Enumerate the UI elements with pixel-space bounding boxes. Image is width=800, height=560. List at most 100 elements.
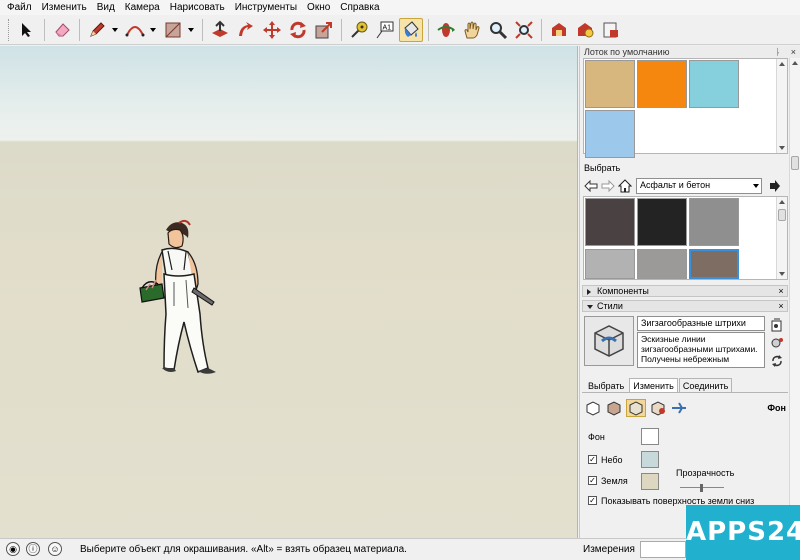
- background-color-swatch[interactable]: [641, 428, 659, 445]
- background-settings-button[interactable]: [626, 399, 646, 417]
- menu-edit[interactable]: Изменить: [37, 0, 92, 15]
- user-icon[interactable]: ☺: [48, 542, 62, 556]
- pan-tool-button[interactable]: [460, 18, 484, 42]
- material-swatch[interactable]: [689, 198, 739, 246]
- components-panel-header[interactable]: Компоненты ×: [582, 285, 788, 297]
- material-swatch-grid-top: [583, 58, 788, 158]
- pin-icon[interactable]: ᚿ: [775, 46, 784, 58]
- menu-window[interactable]: Окно: [302, 0, 335, 15]
- style-description-field[interactable]: Эскизные линии зигзагообразными штрихами…: [637, 332, 765, 368]
- update-style-icon[interactable]: [770, 336, 784, 350]
- zoom-extents-icon: [515, 20, 533, 39]
- menu-view[interactable]: Вид: [92, 0, 120, 15]
- scale-tool-button[interactable]: [312, 18, 336, 42]
- material-swatch[interactable]: [585, 110, 635, 158]
- forward-arrow-icon[interactable]: [601, 180, 615, 192]
- extension-warehouse-button[interactable]: [599, 18, 623, 42]
- modeling-settings-icon[interactable]: [670, 400, 688, 416]
- material-swatch[interactable]: [689, 60, 739, 108]
- push-pull-tool-button[interactable]: [208, 18, 232, 42]
- ground-color-swatch[interactable]: [641, 473, 659, 490]
- extension-icon: [603, 22, 618, 37]
- menu-file[interactable]: Файл: [2, 0, 37, 15]
- pencil-dropdown[interactable]: [110, 18, 119, 42]
- collection-dropdown[interactable]: Асфальт и бетон: [636, 178, 762, 194]
- zoom-extents-tool-button[interactable]: [512, 18, 536, 42]
- components-close-icon[interactable]: ×: [776, 286, 786, 297]
- menu-help[interactable]: Справка: [335, 0, 384, 15]
- zoom-tool-button[interactable]: [486, 18, 510, 42]
- arc-icon: [125, 25, 145, 36]
- style-name-value: Зигзагообразные штрихи: [641, 318, 746, 328]
- styles-panel-header[interactable]: Стили ×: [582, 300, 788, 312]
- material-swatch[interactable]: [585, 249, 635, 279]
- rectangle-dropdown[interactable]: [186, 18, 195, 42]
- magnifier-icon: [490, 21, 508, 39]
- svg-text:A1: A1: [383, 24, 392, 31]
- transparency-slider-thumb[interactable]: [700, 484, 703, 492]
- material-swatch[interactable]: [689, 249, 739, 279]
- measurements-field[interactable]: [640, 541, 686, 558]
- show-ground-below-checkbox[interactable]: ✓: [588, 496, 597, 505]
- warehouse-button[interactable]: [547, 18, 571, 42]
- rectangle-tool-button[interactable]: [161, 18, 185, 42]
- tab-edit[interactable]: Изменить: [629, 378, 678, 393]
- select-tool-button[interactable]: [15, 18, 39, 42]
- styles-close-icon[interactable]: ×: [776, 301, 786, 312]
- tab-mix[interactable]: Соединить: [678, 378, 733, 393]
- sky-checkbox[interactable]: ✓: [588, 455, 597, 464]
- refresh-icon[interactable]: [770, 354, 784, 368]
- arc-dropdown[interactable]: [148, 18, 157, 42]
- eraser-tool-button[interactable]: [50, 18, 74, 42]
- back-arrow-icon[interactable]: [584, 180, 598, 192]
- share-model-icon: [578, 22, 594, 37]
- menu-draw[interactable]: Нарисовать: [165, 0, 230, 15]
- material-swatch[interactable]: [585, 60, 635, 108]
- toolbar-grip[interactable]: [8, 18, 11, 41]
- face-settings-icon[interactable]: [605, 400, 623, 416]
- scale-icon: [315, 21, 332, 38]
- tab-select[interactable]: Выбрать: [584, 378, 628, 393]
- watermark-settings-icon[interactable]: [649, 400, 667, 416]
- arc-tool-button[interactable]: [123, 18, 147, 42]
- material-swatch[interactable]: [585, 198, 635, 246]
- orbit-icon: [437, 22, 455, 37]
- transparency-slider[interactable]: [680, 484, 724, 492]
- material-swatch[interactable]: [637, 249, 687, 279]
- orbit-tool-button[interactable]: [434, 18, 458, 42]
- swatch-scrollbar-select[interactable]: [776, 197, 787, 279]
- measurements-label: Измерения: [583, 544, 635, 555]
- credits-icon[interactable]: ⓘ: [26, 542, 40, 556]
- pencil-tool-button[interactable]: [85, 18, 109, 42]
- create-style-icon[interactable]: [770, 318, 784, 332]
- paint-bucket-tool-button[interactable]: [399, 17, 423, 42]
- status-bar: ◉ ⓘ ☺ Выберите объект для окрашивания. «…: [0, 538, 800, 560]
- tape-measure-tool-button[interactable]: [347, 18, 371, 42]
- background-label: Фон: [588, 432, 605, 442]
- style-thumbnail: [584, 316, 634, 366]
- material-swatch[interactable]: [637, 60, 687, 108]
- sky-color-swatch[interactable]: [641, 451, 659, 468]
- style-name-field[interactable]: Зигзагообразные штрихи: [637, 316, 765, 331]
- edge-settings-icon[interactable]: [584, 400, 602, 416]
- follow-me-tool-button[interactable]: [234, 18, 258, 42]
- drawing-viewport[interactable]: [0, 46, 578, 538]
- collection-dropdown-value: Асфальт и бетон: [640, 180, 711, 190]
- move-tool-button[interactable]: [260, 18, 284, 42]
- rectangle-icon: [165, 22, 181, 37]
- tray-scrollbar[interactable]: [789, 58, 800, 538]
- rotate-tool-button[interactable]: [286, 18, 310, 42]
- text-tool-button[interactable]: A1: [373, 18, 397, 42]
- tray-title: Лоток по умолчанию: [584, 47, 670, 57]
- share-model-button[interactable]: [573, 18, 597, 42]
- menu-tools[interactable]: Инструменты: [230, 0, 302, 15]
- home-icon[interactable]: [618, 179, 632, 193]
- tray-close-icon[interactable]: ×: [791, 46, 800, 58]
- geolocation-icon[interactable]: ◉: [6, 542, 20, 556]
- menu-camera[interactable]: Камера: [120, 0, 165, 15]
- warehouse-icon: [552, 22, 566, 36]
- material-swatch[interactable]: [637, 198, 687, 246]
- ground-checkbox[interactable]: ✓: [588, 476, 597, 485]
- details-arrow-icon[interactable]: [768, 179, 782, 193]
- swatch-scrollbar-top[interactable]: [776, 59, 787, 153]
